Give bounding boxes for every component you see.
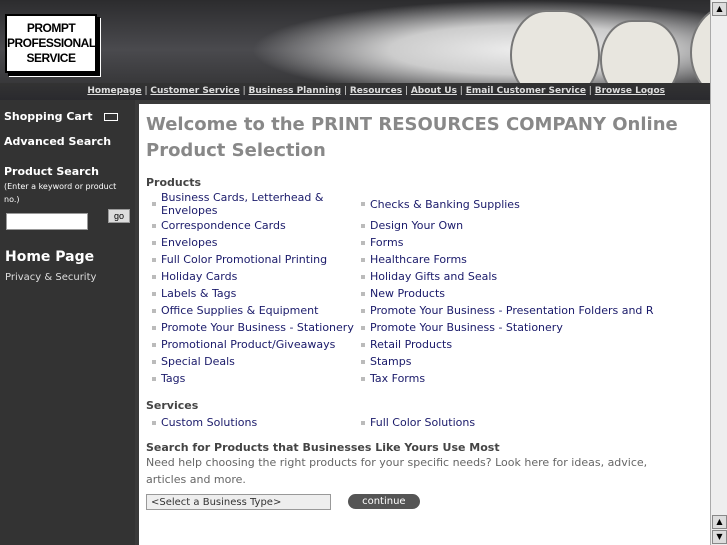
list-item: Promotional Product/Giveaways xyxy=(146,336,355,353)
list-item: Retail Products xyxy=(355,336,655,353)
list-item: Office Supplies & Equipment xyxy=(146,302,355,319)
nav-customer-service[interactable]: Customer Service xyxy=(150,86,239,96)
list-item: Promote Your Business - Stationery xyxy=(146,319,355,336)
list-item: Full Color Promotional Printing xyxy=(146,251,355,268)
list-item: Tags xyxy=(146,370,355,387)
product-link[interactable]: Promote Your Business - Presentation Fol… xyxy=(370,304,654,317)
product-link[interactable]: Full Color Promotional Printing xyxy=(161,253,327,266)
scroll-up-icon[interactable]: ▲ xyxy=(712,2,727,16)
nav-browse-logos[interactable]: Browse Logos xyxy=(595,86,665,96)
list-item: Envelopes xyxy=(146,234,355,251)
nav-about-us[interactable]: About Us xyxy=(411,86,457,96)
list-item: Full Color Solutions xyxy=(355,414,655,431)
privacy-security-link[interactable]: Privacy & Security xyxy=(5,272,96,283)
header-banner: PROMPT PROFESSIONAL SERVICE xyxy=(0,0,710,83)
list-item: Promote Your Business - Presentation Fol… xyxy=(355,302,655,319)
product-link[interactable]: Checks & Banking Supplies xyxy=(370,198,520,211)
nav-homepage[interactable]: Homepage xyxy=(87,86,141,96)
logo[interactable]: PROMPT PROFESSIONAL SERVICE xyxy=(5,14,97,73)
product-link[interactable]: Promote Your Business - Stationery xyxy=(370,321,563,334)
list-item: Business Cards, Letterhead & Envelopes xyxy=(146,191,355,217)
product-link[interactable]: Healthcare Forms xyxy=(370,253,467,266)
product-link[interactable]: Design Your Own xyxy=(370,219,463,232)
product-link[interactable]: Holiday Cards xyxy=(161,270,237,283)
products-heading: Products xyxy=(146,176,202,189)
product-search-input[interactable] xyxy=(6,213,88,230)
list-item: Checks & Banking Supplies xyxy=(355,191,655,217)
continue-button[interactable]: continue xyxy=(348,494,420,509)
product-link[interactable]: Tax Forms xyxy=(370,372,425,385)
vertical-scrollbar[interactable]: ▲ ▲ ▼ xyxy=(710,0,727,545)
nav-email-customer-service[interactable]: Email Customer Service xyxy=(466,86,586,96)
product-link[interactable]: Promote Your Business - Stationery xyxy=(161,321,354,334)
list-item: Holiday Cards xyxy=(146,268,355,285)
product-link[interactable]: Full Color Solutions xyxy=(370,416,475,429)
shopping-cart-link[interactable]: Shopping Cart xyxy=(4,110,93,123)
list-item: Forms xyxy=(355,234,655,251)
product-search-hint: (Enter a keyword or product no.) xyxy=(4,182,117,204)
main-content: Welcome to the PRINT RESOURCES COMPANY O… xyxy=(139,104,710,545)
product-link[interactable]: Retail Products xyxy=(370,338,452,351)
nav-resources[interactable]: Resources xyxy=(350,86,402,96)
list-item: Correspondence Cards xyxy=(146,217,355,234)
product-link[interactable]: Correspondence Cards xyxy=(161,219,286,232)
product-link[interactable]: Tags xyxy=(161,372,185,385)
go-button[interactable]: go xyxy=(108,209,130,223)
product-link[interactable]: Labels & Tags xyxy=(161,287,236,300)
cart-icon[interactable] xyxy=(104,113,119,121)
paper-rolls-image xyxy=(250,0,710,83)
list-item: Healthcare Forms xyxy=(355,251,655,268)
list-item: Custom Solutions xyxy=(146,414,355,431)
product-link[interactable]: Forms xyxy=(370,236,403,249)
list-item: New Products xyxy=(355,285,655,302)
services-heading: Services xyxy=(146,399,199,412)
product-link[interactable]: Special Deals xyxy=(161,355,235,368)
search-description: Need help choosing the right products fo… xyxy=(146,456,648,486)
product-link[interactable]: Holiday Gifts and Seals xyxy=(370,270,497,283)
nav-business-planning[interactable]: Business Planning xyxy=(249,86,342,96)
product-link[interactable]: Custom Solutions xyxy=(161,416,257,429)
list-item: Tax Forms xyxy=(355,370,655,387)
products-list: Business Cards, Letterhead & Envelopes Ch… xyxy=(146,191,710,387)
product-link[interactable]: Stamps xyxy=(370,355,411,368)
product-link[interactable]: Envelopes xyxy=(161,236,217,249)
search-heading: Search for Products that Businesses Like… xyxy=(146,441,500,454)
scroll-down-icon[interactable]: ▼ xyxy=(712,530,727,544)
home-page-link[interactable]: Home Page xyxy=(5,249,94,265)
page-title: Welcome to the PRINT RESOURCES COMPANY O… xyxy=(146,114,678,161)
scroll-up-icon[interactable]: ▲ xyxy=(712,515,727,529)
product-search-title: Product Search xyxy=(4,165,99,178)
business-type-select[interactable]: <Select a Business Type> xyxy=(146,494,331,510)
sidebar: Shopping Cart Advanced Search Product Se… xyxy=(0,100,135,545)
product-link[interactable]: Promotional Product/Giveaways xyxy=(161,338,335,351)
product-link[interactable]: Business Cards, Letterhead & Envelopes xyxy=(161,191,355,217)
advanced-search-link[interactable]: Advanced Search xyxy=(4,135,111,148)
list-item: Special Deals xyxy=(146,353,355,370)
top-nav: Homepage | Customer Service | Business P… xyxy=(0,83,710,100)
product-link[interactable]: Office Supplies & Equipment xyxy=(161,304,318,317)
list-item: Design Your Own xyxy=(355,217,655,234)
list-item: Holiday Gifts and Seals xyxy=(355,268,655,285)
list-item: Promote Your Business - Stationery xyxy=(355,319,655,336)
services-list: Custom Solutions Full Color Solutions xyxy=(146,414,710,431)
list-item: Stamps xyxy=(355,353,655,370)
product-link[interactable]: New Products xyxy=(370,287,445,300)
list-item: Labels & Tags xyxy=(146,285,355,302)
